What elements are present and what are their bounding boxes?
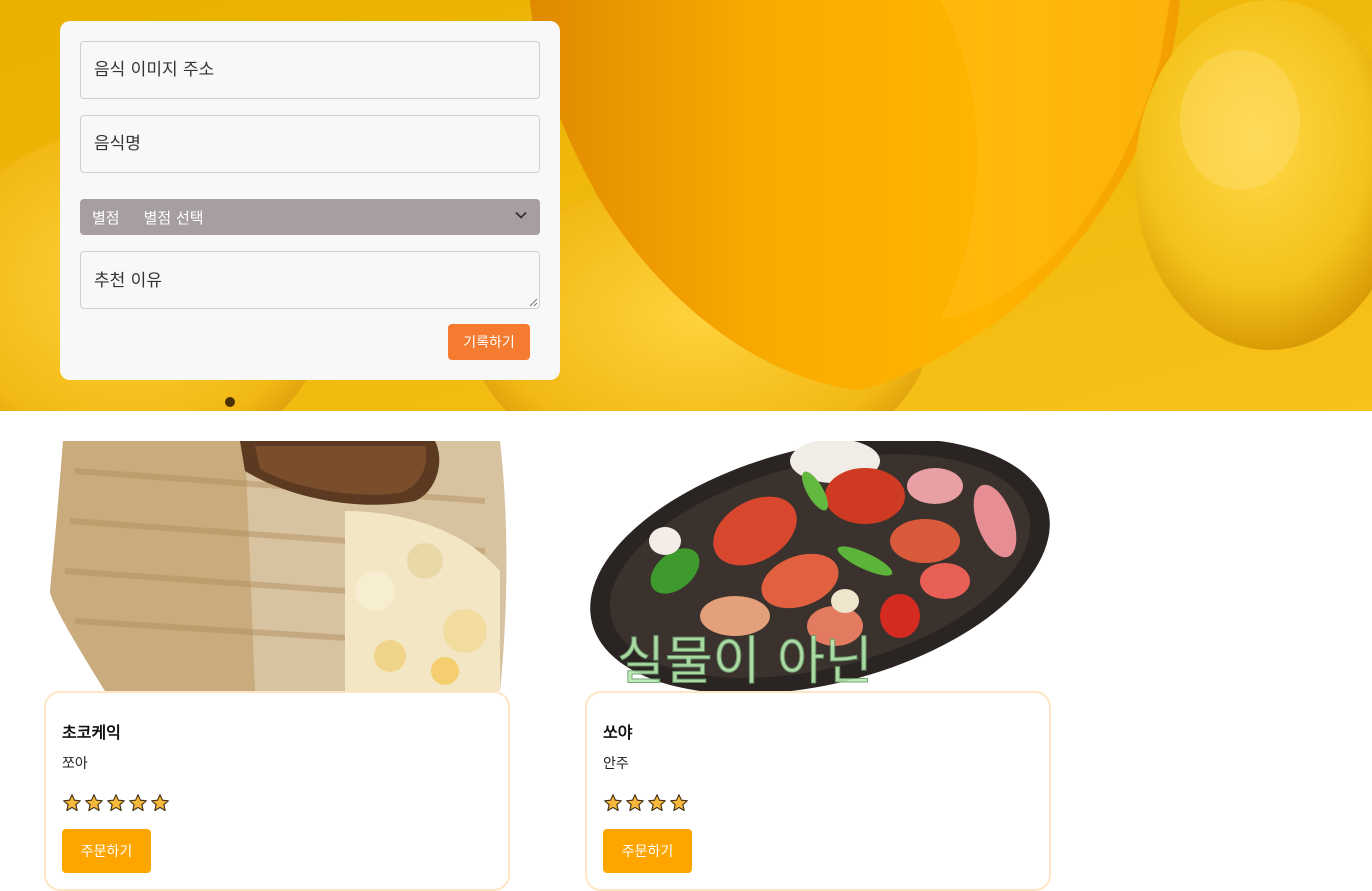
food-author: 쪼아 xyxy=(62,756,88,772)
submit-button[interactable]: 기록하기 xyxy=(448,324,530,360)
sausage-image: 실물이 아닌 xyxy=(585,441,1051,691)
star-icon xyxy=(151,794,169,812)
chevron-down-icon xyxy=(515,211,527,219)
order-button[interactable]: 주문하기 xyxy=(62,829,151,873)
rating-select-label: 별점 xyxy=(92,208,120,227)
food-card: 쏘야 안주 주문하기 xyxy=(585,691,1051,891)
star-icon xyxy=(85,794,103,812)
star-icon xyxy=(63,794,81,812)
food-record-form: 별점 별점 선택 기록하기 xyxy=(60,21,560,380)
resize-grip-icon[interactable] xyxy=(529,298,538,307)
star-rating xyxy=(62,793,170,813)
cake-image xyxy=(45,441,511,691)
food-name: 쏘야 xyxy=(603,723,633,742)
reason-textarea[interactable] xyxy=(80,251,540,309)
food-image-sausage: 실물이 아닌 xyxy=(585,441,1051,691)
star-icon xyxy=(670,794,688,812)
food-name: 초코케익 xyxy=(62,723,121,742)
rating-select[interactable]: 별점 별점 선택 xyxy=(80,199,540,235)
star-rating xyxy=(603,793,689,813)
star-icon xyxy=(648,794,666,812)
image-url-input[interactable] xyxy=(80,41,540,99)
star-icon xyxy=(604,794,622,812)
star-icon xyxy=(129,794,147,812)
food-image-cake xyxy=(45,441,511,691)
image-caption: 실물이 아닌 xyxy=(617,632,873,691)
food-card: 초코케익 쪼아 주문하기 xyxy=(44,691,510,891)
food-author: 안주 xyxy=(603,756,629,772)
rating-select-value: 별점 선택 xyxy=(143,208,204,227)
order-button[interactable]: 주문하기 xyxy=(603,829,692,873)
star-icon xyxy=(626,794,644,812)
star-icon xyxy=(107,794,125,812)
food-name-input[interactable] xyxy=(80,115,540,173)
